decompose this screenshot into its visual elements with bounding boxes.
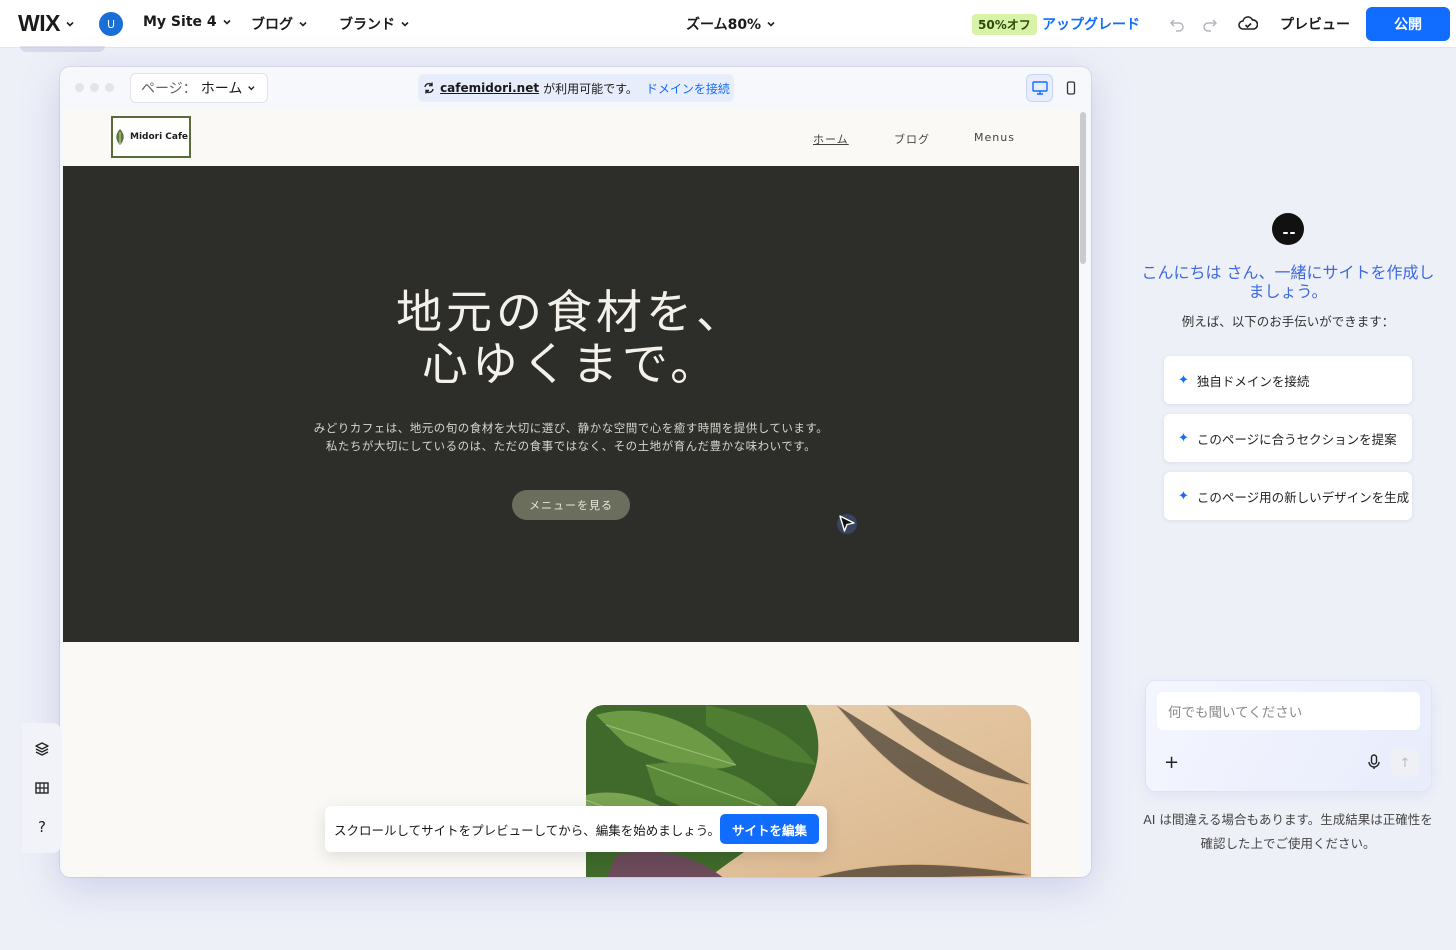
domain-name[interactable]: cafemidori.net xyxy=(440,81,539,95)
discount-badge: 50%オフ xyxy=(972,14,1037,35)
hero-title-line-1: 地元の食材を、 xyxy=(396,285,746,339)
toast-message: スクロールしてサイトをプレビューしてから、編集を始めましょう。 xyxy=(334,822,721,838)
send-arrow-icon[interactable]: ↑ xyxy=(1391,749,1419,777)
page-selector-value: ホーム xyxy=(200,81,243,97)
hero-section[interactable]: 地元の食材を、 心ゆくまで。 みどりカフェは、地元の旬の食材を大切に選び、静かな… xyxy=(63,166,1079,642)
microphone-icon[interactable] xyxy=(1365,753,1383,771)
sparkle-icon: ✦ xyxy=(1178,372,1189,388)
ai-disclaimer: AI は間違える場合もあります。生成結果は正確性を確認した上でご使用ください。 xyxy=(1143,812,1433,851)
domain-banner: cafemidori.net が利用可能です。 ドメインを接続 xyxy=(418,74,734,102)
upgrade-link[interactable]: アップグレード xyxy=(1042,14,1140,34)
site-logo-text: Midori Cafe xyxy=(129,132,189,142)
ai-assistant-avatar xyxy=(1272,213,1304,245)
device-toggle xyxy=(1026,74,1084,102)
undo-icon[interactable] xyxy=(1166,13,1188,35)
suggestion-connect-domain[interactable]: ✦ 独自ドメインを接続 xyxy=(1164,356,1412,404)
mobile-view-icon[interactable] xyxy=(1057,74,1084,102)
blog-menu-label: ブログ xyxy=(251,17,293,33)
suggestion-label: このページに合うセクションを提案 xyxy=(1196,431,1397,447)
chevron-down-icon xyxy=(223,19,231,25)
sparkle-icon: ✦ xyxy=(1178,430,1189,446)
site-nav-home[interactable]: ホーム xyxy=(813,131,849,147)
help-icon[interactable]: ? xyxy=(30,815,54,839)
top-bar: WIX U My Site 4 ブログ ブランド ズーム80% 50%オフ アッ… xyxy=(0,0,1456,48)
chevron-down-icon xyxy=(66,21,74,27)
ai-greeting: こんにちは さん、一緒にサイトを作成しましょう。 xyxy=(1141,263,1435,301)
desktop-view-icon[interactable] xyxy=(1026,74,1054,102)
hero-title: 地元の食材を、 心ゆくまで。 xyxy=(63,286,1079,390)
ai-chat-input[interactable]: 何でも聞いてください xyxy=(1157,692,1420,730)
edit-site-toast: スクロールしてサイトをプレビューしてから、編集を始めましょう。 サイトを編集 xyxy=(325,806,827,852)
sparkle-icon: ✦ xyxy=(1178,488,1189,504)
grid-icon[interactable] xyxy=(30,776,54,800)
brand-menu-label: ブランド xyxy=(339,17,395,33)
domain-sync-icon xyxy=(424,82,434,94)
frame-toolbar: ページ： ホーム cafemidori.net が利用可能です。 ドメインを接続 xyxy=(60,67,1091,109)
site-nav-blog[interactable]: ブログ xyxy=(894,131,930,147)
avatar[interactable]: U xyxy=(99,12,123,36)
site-nav-menus[interactable]: Menus xyxy=(974,131,1015,144)
suggestion-generate-design[interactable]: ✦ このページ用の新しいデザインを生成 xyxy=(1164,472,1412,520)
domain-available-text: が利用可能です。 xyxy=(543,81,638,96)
hero-title-line-2: 心ゆくまで。 xyxy=(421,337,721,391)
wix-logo-menu[interactable]: WIX xyxy=(18,10,76,37)
left-toolbar: ? xyxy=(22,723,62,853)
brand-menu[interactable]: ブランド xyxy=(339,14,411,34)
redo-icon[interactable] xyxy=(1199,13,1221,35)
zoom-label: ズーム80% xyxy=(686,17,762,33)
site-name: My Site 4 xyxy=(143,14,217,30)
layers-icon[interactable] xyxy=(30,737,54,761)
cloud-save-icon[interactable] xyxy=(1237,13,1259,35)
chevron-down-icon xyxy=(401,21,409,27)
editor-frame: ページ： ホーム cafemidori.net が利用可能です。 ドメインを接続… xyxy=(60,67,1091,877)
zoom-menu[interactable]: ズーム80% xyxy=(686,14,777,34)
chevron-down-icon xyxy=(767,21,775,27)
plus-icon[interactable]: + xyxy=(1164,752,1179,773)
suggestion-label: 独自ドメインを接続 xyxy=(1196,373,1310,389)
chevron-down-icon xyxy=(299,21,307,27)
leaf-icon xyxy=(116,129,124,145)
ai-subtitle: 例えば、以下のお手伝いができます： xyxy=(1181,314,1395,329)
edit-site-button[interactable]: サイトを編集 xyxy=(720,814,819,844)
blog-menu[interactable]: ブログ xyxy=(251,14,309,34)
view-menu-button[interactable]: メニューを見る xyxy=(512,490,630,520)
window-dots xyxy=(75,83,114,92)
site-scrollbar[interactable] xyxy=(1080,112,1086,264)
site-header: Midori Cafe ホーム ブログ Menus xyxy=(63,109,1079,165)
preview-button[interactable]: プレビュー xyxy=(1280,14,1350,34)
cursor-pointer-icon xyxy=(837,514,857,534)
site-canvas[interactable]: Midori Cafe ホーム ブログ Menus 地元の食材を、 心ゆくまで。… xyxy=(63,109,1079,877)
ai-chat-box: 何でも聞いてください + ↑ xyxy=(1146,681,1431,791)
chevron-down-icon xyxy=(248,86,255,91)
wix-logo: WIX xyxy=(18,10,60,36)
hero-description: みどりカフェは、地元の旬の食材を大切に選び、静かな空間で心を癒す時間を提供してい… xyxy=(313,421,829,453)
publish-button[interactable]: 公開 xyxy=(1366,7,1450,41)
suggestion-propose-section[interactable]: ✦ このページに合うセクションを提案 xyxy=(1164,414,1412,462)
site-menu[interactable]: My Site 4 xyxy=(143,14,233,30)
connect-domain-link[interactable]: ドメインを接続 xyxy=(646,80,730,97)
suggestion-label: このページ用の新しいデザインを生成 xyxy=(1196,489,1410,505)
page-selector[interactable]: ページ： ホーム xyxy=(130,73,268,103)
topbar-tab-shadow xyxy=(20,46,105,52)
site-logo[interactable]: Midori Cafe xyxy=(111,116,191,158)
page-selector-label: ページ： xyxy=(141,81,197,97)
